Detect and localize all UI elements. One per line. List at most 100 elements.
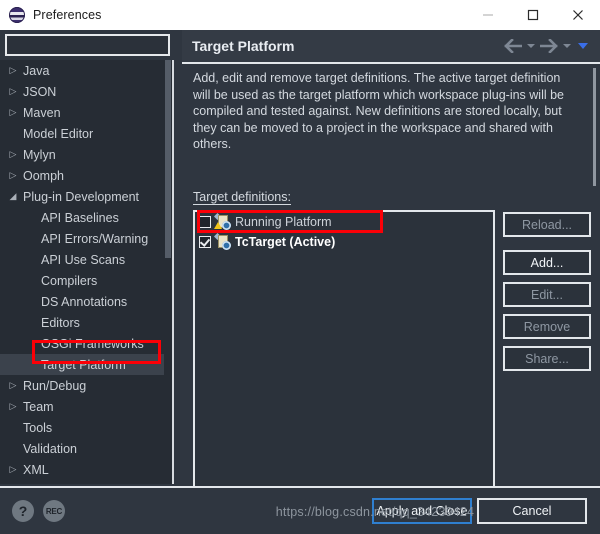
dialog-body: ▷ Java ▷ JSON ▷ Maven Model Editor ▷ Mylyn ▷ Oomph…: [0, 30, 600, 510]
sidebar-item-label: OSGi Frameworks: [41, 336, 144, 351]
target-definition-row[interactable]: Running Platform: [195, 212, 493, 232]
chevron-down-icon[interactable]: ◢: [4, 192, 22, 201]
page-title: Target Platform: [192, 38, 295, 54]
sidebar-item-xml[interactable]: ▷ XML: [0, 459, 172, 480]
eclipse-icon: [9, 7, 25, 23]
sidebar-scrollbar[interactable]: [164, 60, 172, 484]
cancel-button[interactable]: Cancel: [477, 498, 587, 524]
title-bar: Preferences: [0, 0, 600, 30]
preferences-sidebar: ▷ Java ▷ JSON ▷ Maven Model Editor ▷ Mylyn ▷ Oomph…: [0, 30, 180, 486]
preferences-dialog: Preferences ▷ Java ▷ JSON ▷ Maven Model Editor…: [0, 0, 600, 534]
forward-chevron-down-icon[interactable]: [563, 44, 571, 48]
sidebar-item-label: Editors: [41, 315, 80, 330]
window-title: Preferences: [33, 8, 102, 22]
chevron-right-icon[interactable]: ▷: [4, 108, 22, 117]
sidebar-item-oomph[interactable]: ▷ Oomph: [0, 165, 172, 186]
sidebar-divider: [172, 60, 174, 484]
view-menu-triangle-down-icon[interactable]: [578, 43, 588, 49]
chevron-right-icon[interactable]: ▷: [4, 150, 22, 159]
target-definitions-rows: Running Platform TcTarget (Active): [195, 212, 493, 252]
target-definition-label: TcTarget (Active): [235, 235, 336, 249]
description-scrollbar[interactable]: [593, 68, 596, 186]
sidebar-item-java[interactable]: ▷ Java: [0, 60, 172, 81]
target-definitions-label: Target definitions:: [193, 190, 291, 205]
sidebar-item-label: Compilers: [41, 273, 98, 288]
chevron-right-icon[interactable]: ▷: [4, 66, 22, 75]
chevron-right-icon[interactable]: ▷: [4, 402, 22, 411]
target-definitions-list[interactable]: Running Platform TcTarget (Active): [193, 210, 495, 510]
sidebar-item-team[interactable]: ▷ Team: [0, 396, 172, 417]
sidebar-item-api-errors-warning[interactable]: API Errors/Warning: [0, 228, 172, 249]
target-definition-warning-icon: [213, 212, 231, 230]
sidebar-item-label: Mylyn: [23, 147, 56, 162]
sidebar-scrollbar-thumb[interactable]: [165, 60, 171, 258]
sidebar-item-label: Maven: [23, 105, 61, 120]
minimize-button[interactable]: [465, 0, 510, 30]
target-definition-checkbox[interactable]: [199, 216, 211, 228]
title-bar-left: Preferences: [0, 7, 465, 23]
forward-arrow-icon[interactable]: [540, 39, 558, 53]
edit-button[interactable]: Edit...: [503, 282, 591, 307]
help-icon[interactable]: ?: [12, 500, 34, 522]
sidebar-item-editors[interactable]: Editors: [0, 312, 172, 333]
remove-button[interactable]: Remove: [503, 314, 591, 339]
target-definition-checkbox[interactable]: [199, 236, 211, 248]
sidebar-item-label: XML: [23, 462, 49, 477]
window-controls: [465, 0, 600, 30]
sidebar-item-plug-in-development[interactable]: ◢ Plug-in Development: [0, 186, 172, 207]
filter-input[interactable]: [7, 36, 168, 54]
sidebar-item-compilers[interactable]: Compilers: [0, 270, 172, 291]
sidebar-item-ds-annotations[interactable]: DS Annotations: [0, 291, 172, 312]
sidebar-item-label: JSON: [23, 84, 57, 99]
chevron-right-icon[interactable]: ▷: [4, 465, 22, 474]
sidebar-item-maven[interactable]: ▷ Maven: [0, 102, 172, 123]
target-actions: Reload... Add... Edit... Remove Share...: [503, 212, 591, 371]
apply-and-close-button[interactable]: Apply and Close: [372, 498, 472, 524]
target-definition-icon: [213, 232, 231, 250]
chevron-right-icon[interactable]: ▷: [4, 381, 22, 390]
sidebar-item-api-use-scans[interactable]: API Use Scans: [0, 249, 172, 270]
preferences-tree-rows: ▷ Java ▷ JSON ▷ Maven Model Editor ▷ Mylyn ▷ Oomph…: [0, 60, 172, 480]
sidebar-item-label: Java: [23, 63, 50, 78]
reload-button[interactable]: Reload...: [503, 212, 591, 237]
rec-icon[interactable]: REC: [43, 500, 65, 522]
filter-field-wrapper: [5, 34, 170, 56]
sidebar-item-label: Plug-in Development: [23, 189, 140, 204]
sidebar-item-label: Model Editor: [23, 126, 94, 141]
sidebar-item-json[interactable]: ▷ JSON: [0, 81, 172, 102]
content-nav-tools: [504, 39, 600, 53]
header-divider: [182, 62, 600, 64]
target-definition-label: Running Platform: [235, 215, 332, 229]
share-button[interactable]: Share...: [503, 346, 591, 371]
sidebar-item-label: Tools: [23, 420, 53, 435]
content-header: Target Platform: [182, 30, 600, 62]
sidebar-item-tools[interactable]: Tools: [0, 417, 172, 438]
sidebar-item-label: Target Platform: [41, 357, 126, 372]
sidebar-item-label: API Use Scans: [41, 252, 126, 267]
maximize-button[interactable]: [510, 0, 555, 30]
target-definitions-label-text: Target definitions:: [193, 190, 291, 205]
sidebar-item-run-debug[interactable]: ▷ Run/Debug: [0, 375, 172, 396]
sidebar-item-api-baselines[interactable]: API Baselines: [0, 207, 172, 228]
sidebar-item-model-editor[interactable]: Model Editor: [0, 123, 172, 144]
sidebar-item-label: Team: [23, 399, 54, 414]
sidebar-item-osgi-frameworks[interactable]: OSGi Frameworks: [0, 333, 172, 354]
add-button[interactable]: Add...: [503, 250, 591, 275]
sidebar-item-label: DS Annotations: [41, 294, 128, 309]
chevron-right-icon[interactable]: ▷: [4, 171, 22, 180]
sidebar-item-label: API Baselines: [41, 210, 119, 225]
close-button[interactable]: [555, 0, 600, 30]
dialog-footer: ? REC Apply and Close Cancel: [0, 488, 600, 534]
content-panel: Target Platform Add, edit and remove tar…: [182, 30, 600, 510]
sidebar-item-target-platform[interactable]: Target Platform: [0, 354, 172, 375]
sidebar-item-mylyn[interactable]: ▷ Mylyn: [0, 144, 172, 165]
sidebar-item-label: Run/Debug: [23, 378, 87, 393]
sidebar-item-label: Validation: [23, 441, 77, 456]
back-chevron-down-icon[interactable]: [527, 44, 535, 48]
sidebar-item-label: API Errors/Warning: [41, 231, 149, 246]
sidebar-item-validation[interactable]: Validation: [0, 438, 172, 459]
preferences-tree[interactable]: ▷ Java ▷ JSON ▷ Maven Model Editor ▷ Mylyn ▷ Oomph…: [0, 60, 172, 484]
chevron-right-icon[interactable]: ▷: [4, 87, 22, 96]
target-definition-row[interactable]: TcTarget (Active): [195, 232, 493, 252]
back-arrow-icon[interactable]: [504, 39, 522, 53]
